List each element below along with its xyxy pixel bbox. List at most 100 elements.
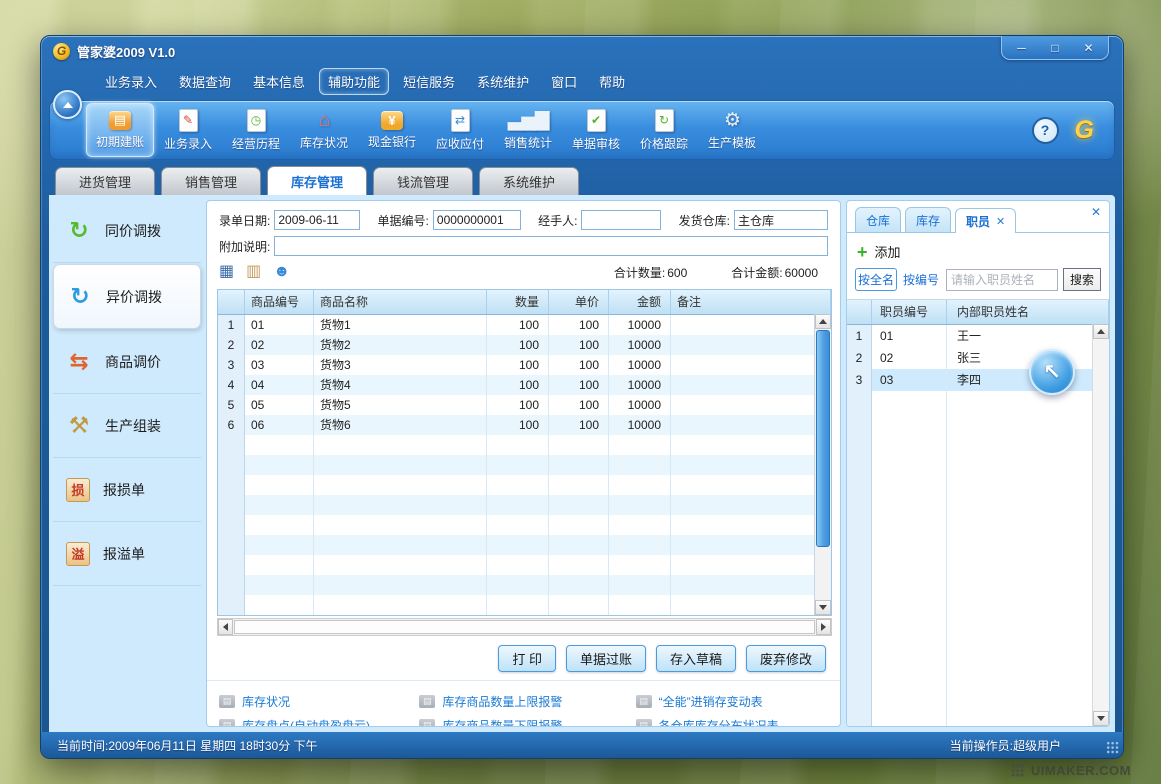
items-table-row[interactable]: 505货物510010010000 [218,395,815,415]
items-table-row[interactable]: 404货物410010010000 [218,375,815,395]
filter-by-code[interactable]: 按编号 [901,269,941,290]
staff-table-row[interactable] [847,457,1093,479]
sidebar-item-same-price-transfer[interactable]: ↻同价调拨 [53,199,201,263]
column-header[interactable]: 商品编号 [245,290,314,314]
staff-table-row[interactable] [847,633,1093,655]
quick-link-allround-flow-table[interactable]: ▤“全能”进销存变动表 [636,693,836,710]
module-tab-inventory[interactable]: 库存管理 [267,166,367,195]
plus-icon[interactable]: + [857,245,868,259]
toolbar-button-production-template[interactable]: ⚙生产模板 [698,103,766,157]
staff-table-row[interactable] [847,589,1093,611]
scroll-down-button[interactable] [1093,711,1109,726]
column-header[interactable]: 职员编号 [872,300,947,324]
discard-button[interactable]: 废弃修改 [746,645,826,672]
menu-item-window[interactable]: 窗口 [543,69,585,94]
lookup-tab-staff[interactable]: 职员✕ [955,208,1016,233]
sidebar-item-overflow-report[interactable]: 溢报溢单 [53,522,201,586]
staff-table-row[interactable] [847,721,1093,726]
toolbar-button-doc-audit[interactable]: ✔单据审核 [562,103,630,157]
column-header[interactable]: 内部职员姓名 [947,300,1109,324]
module-tab-purchase[interactable]: 进货管理 [55,167,155,195]
module-tab-system[interactable]: 系统维护 [479,167,579,195]
tab-close-icon[interactable]: ✕ [996,215,1005,228]
post-button[interactable]: 单据过账 [566,645,646,672]
items-table-row[interactable] [218,515,815,535]
vertical-scrollbar[interactable] [814,314,831,615]
column-header[interactable]: 商品名称 [314,290,487,314]
quick-link-stocktake[interactable]: ▤库存盘点(自动盘盈盘亏) [219,717,419,728]
scrollbar-thumb[interactable] [816,330,830,547]
help-icon[interactable]: ? [1032,117,1059,144]
toolbar-button-sales-stats[interactable]: ▃▅▇销售统计 [494,103,562,157]
staff-table-row[interactable] [847,523,1093,545]
scroll-up-button[interactable] [815,314,831,329]
staff-person-icon[interactable]: ☻ [273,263,290,281]
close-button[interactable]: ✕ [1075,41,1103,55]
items-table-row[interactable]: 606货物610010010000 [218,415,815,435]
items-table-row[interactable]: 303货物310010010000 [218,355,815,375]
sidebar-item-diff-price-transfer[interactable]: ↻异价调拨 [53,264,201,329]
toolbar-button-cash-bank[interactable]: ¥现金银行 [358,103,426,157]
column-header[interactable]: 金额 [609,290,671,314]
quick-link-qty-upper-alarm[interactable]: ▤库存商品数量上限报警 [419,693,635,710]
toolbar-button-inventory-status[interactable]: ⌂库存状况 [290,103,358,157]
staff-table-row[interactable] [847,567,1093,589]
minimize-button[interactable]: ─ [1008,41,1036,55]
note-input[interactable] [274,236,828,256]
items-table-row[interactable] [218,435,815,455]
menu-item-basic-info[interactable]: 基本信息 [245,69,313,94]
items-table-row[interactable] [218,455,815,475]
column-header[interactable]: 数量 [487,290,549,314]
toolbar-button-business-entry[interactable]: ✎业务录入 [154,103,222,157]
module-tab-cash-flow[interactable]: 钱流管理 [373,167,473,195]
staff-table-row[interactable] [847,501,1093,523]
staff-scrollbar[interactable] [1092,324,1109,726]
lookup-tab-inventory[interactable]: 库存 [905,207,951,232]
sidebar-item-production-assembly[interactable]: ⚒生产组装 [53,394,201,458]
column-header[interactable]: 单价 [549,290,609,314]
items-table-row[interactable] [218,595,815,615]
sidebar-item-price-adjust[interactable]: ⇆商品调价 [53,330,201,394]
column-header[interactable]: 备注 [671,290,831,314]
scroll-up-button[interactable] [1093,324,1109,339]
staff-table-row[interactable] [847,545,1093,567]
add-button[interactable]: 添加 [875,242,901,261]
items-table-row[interactable]: 202货物210010010000 [218,335,815,355]
staff-search-input[interactable] [946,269,1058,291]
staff-table-row[interactable]: 101王一 [847,325,1093,347]
menu-item-business-entry[interactable]: 业务录入 [97,69,165,94]
staff-table-row[interactable] [847,479,1093,501]
staff-table-row[interactable] [847,655,1093,677]
menu-item-data-query[interactable]: 数据查询 [171,69,239,94]
resize-grip[interactable] [1106,741,1119,754]
maximize-button[interactable]: □ [1041,41,1069,55]
warehouse-input[interactable] [734,210,828,230]
staff-table-row[interactable] [847,611,1093,633]
staff-table-row[interactable] [847,413,1093,435]
menu-item-sms-service[interactable]: 短信服务 [395,69,463,94]
items-table-row[interactable] [218,555,815,575]
filter-by-name[interactable]: 按全名 [855,268,897,291]
print-button[interactable]: 打 印 [498,645,556,672]
scroll-left-button[interactable] [218,619,233,635]
menu-item-system-maintenance[interactable]: 系统维护 [469,69,537,94]
quick-link-qty-lower-alarm[interactable]: ▤库存商品数量下限报警 [419,717,635,728]
lookup-tab-warehouse[interactable]: 仓库 [855,207,901,232]
items-table-row[interactable] [218,475,815,495]
menu-item-auxiliary[interactable]: 辅助功能 [319,68,389,95]
menu-item-help[interactable]: 帮助 [591,69,633,94]
brand-logo-icon[interactable]: G [1075,116,1094,145]
scroll-down-button[interactable] [815,600,831,615]
save-draft-button[interactable]: 存入草稿 [656,645,736,672]
items-table-row[interactable] [218,495,815,515]
quick-link-inventory-status[interactable]: ▤库存状况 [219,693,419,710]
quick-link-warehouse-distribution[interactable]: ▤各仓库库存分布状况表 [636,717,836,728]
hscrollbar-thumb[interactable] [234,620,815,634]
module-tab-sales[interactable]: 销售管理 [161,167,261,195]
sidebar-item-loss-report[interactable]: 损报损单 [53,458,201,522]
toolbar-button-price-tracking[interactable]: ↻价格跟踪 [630,103,698,157]
toolbar-button-operation-history[interactable]: ◷经营历程 [222,103,290,157]
items-table-row[interactable]: 101货物110010010000 [218,315,815,335]
staff-table-row[interactable] [847,677,1093,699]
horizontal-scrollbar[interactable] [217,618,832,636]
